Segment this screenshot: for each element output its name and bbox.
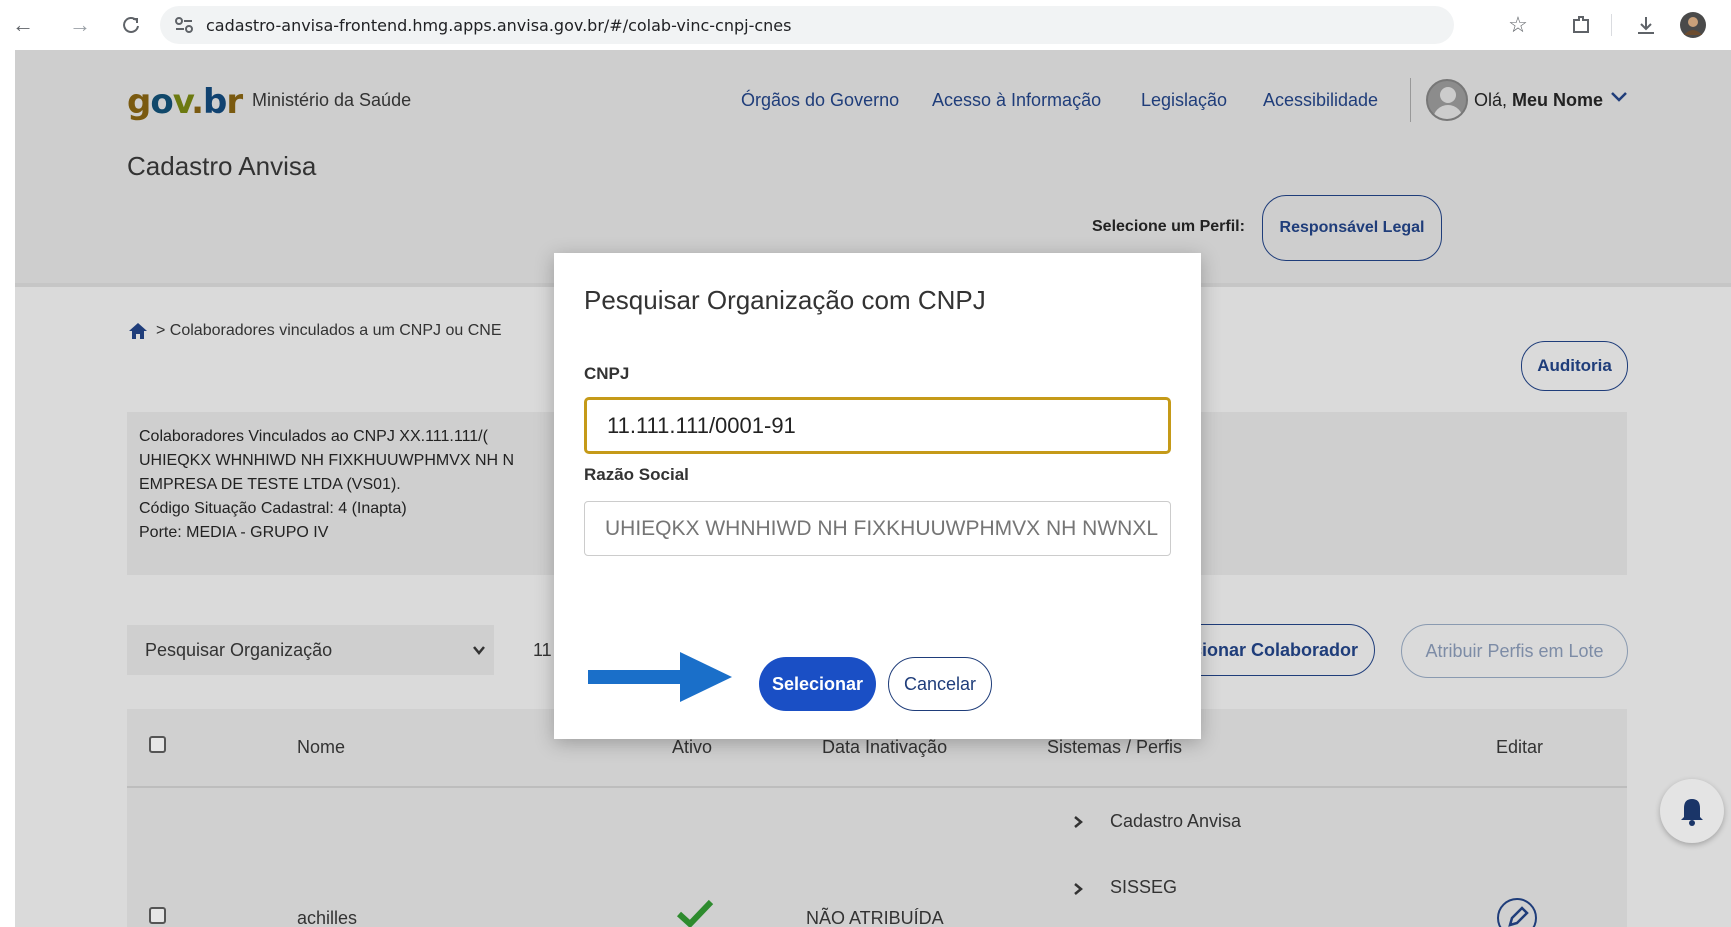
download-icon[interactable] <box>1631 10 1661 40</box>
address-bar[interactable]: cadastro-anvisa-frontend.hmg.apps.anvisa… <box>160 6 1454 44</box>
system-item[interactable]: Cadastro Anvisa <box>1110 811 1241 832</box>
column-header-edit: Editar <box>1496 737 1544 757</box>
info-line: Porte: MEDIA - GRUPO IV <box>139 524 329 541</box>
cancel-button[interactable]: Cancelar <box>888 657 992 711</box>
profile-icon[interactable] <box>1678 10 1708 40</box>
column-header-inactivation: Data Inativação <box>822 737 948 757</box>
row-inactivation-date: NÃO ATRIBUÍDA <box>806 908 944 927</box>
user-avatar[interactable] <box>1426 79 1468 121</box>
header-separator <box>1410 78 1411 122</box>
system-item[interactable]: SISSEG <box>1110 877 1177 898</box>
profile-select-button[interactable]: Responsável Legal <box>1262 195 1442 261</box>
bell-icon <box>1681 799 1703 826</box>
user-greeting[interactable]: Olá, Meu Nome <box>1474 90 1603 111</box>
table-header-divider <box>127 786 1627 788</box>
arrow-annotation-icon <box>588 652 732 702</box>
toolbar-divider <box>1611 14 1612 36</box>
chevron-right-icon[interactable] <box>1071 815 1085 829</box>
bookmark-star-icon[interactable]: ☆ <box>1503 10 1533 40</box>
info-line: Código Situação Cadastral: 4 (Inapta) <box>139 500 407 517</box>
ministry-name: Ministério da Saúde <box>252 90 412 110</box>
info-line: EMPRESA DE TESTE LTDA (VS01). <box>139 476 401 493</box>
govbr-logo[interactable]: gov.br <box>127 82 243 122</box>
select-all-checkbox[interactable] <box>149 736 166 753</box>
reload-icon[interactable] <box>118 12 144 38</box>
link-legislacao[interactable]: Legislação <box>1141 90 1227 111</box>
chevron-down-icon[interactable] <box>1608 86 1630 108</box>
chevron-down-icon <box>473 646 485 655</box>
info-line: UHIEQKX WHNHIWD NH FIXKHUUWPHMVX NH N <box>139 452 515 469</box>
site-settings-icon[interactable] <box>172 14 196 36</box>
page-left-margin <box>0 50 15 927</box>
row-name: achilles <box>297 908 358 927</box>
notifications-button[interactable] <box>1660 779 1724 843</box>
row-checkbox[interactable] <box>149 907 166 924</box>
column-header-systems: Sistemas / Perfis <box>1047 737 1183 757</box>
active-check-icon <box>676 899 714 927</box>
cnpj-input[interactable] <box>584 397 1171 454</box>
cnpj-label: CNPJ <box>584 364 630 383</box>
forward-icon[interactable]: → <box>67 12 93 38</box>
user-name: Meu Nome <box>1512 90 1604 110</box>
batch-assign-profiles-button[interactable]: Atribuir Perfis em Lote <box>1401 624 1628 678</box>
link-acesso-informacao[interactable]: Acesso à Informação <box>932 90 1101 111</box>
extensions-icon[interactable] <box>1566 10 1596 40</box>
modal-title: Pesquisar Organização com CNPJ <box>584 285 986 315</box>
app-title: Cadastro Anvisa <box>127 151 317 181</box>
home-icon[interactable] <box>128 321 148 341</box>
column-header-active: Ativo <box>672 737 713 757</box>
organization-select-label: Pesquisar Organização <box>145 640 333 660</box>
breadcrumb: > Colaboradores vinculados a um CNPJ ou … <box>156 322 502 339</box>
profile-select-label: Selecione um Perfil: <box>1092 218 1245 235</box>
razao-social-input[interactable] <box>584 501 1171 556</box>
select-button[interactable]: Selecionar <box>759 657 876 711</box>
organization-select[interactable]: Pesquisar Organização <box>127 625 494 675</box>
link-orgaos-governo[interactable]: Órgãos do Governo <box>741 90 899 111</box>
audit-button[interactable]: Auditoria <box>1521 341 1628 391</box>
column-header-name: Nome <box>297 737 346 757</box>
organization-value: 11 <box>533 640 552 660</box>
chevron-right-icon[interactable] <box>1071 882 1085 896</box>
url-text: cadastro-anvisa-frontend.hmg.apps.anvisa… <box>206 16 792 35</box>
link-acessibilidade[interactable]: Acessibilidade <box>1263 90 1378 111</box>
info-line: Colaboradores Vinculados ao CNPJ XX.111.… <box>139 428 488 445</box>
browser-toolbar: ← → cadastro-anvisa-frontend.hmg.apps.an… <box>0 0 1731 50</box>
edit-icon[interactable] <box>1497 898 1537 927</box>
back-icon[interactable]: ← <box>10 12 36 38</box>
razao-social-label: Razão Social <box>584 465 689 484</box>
